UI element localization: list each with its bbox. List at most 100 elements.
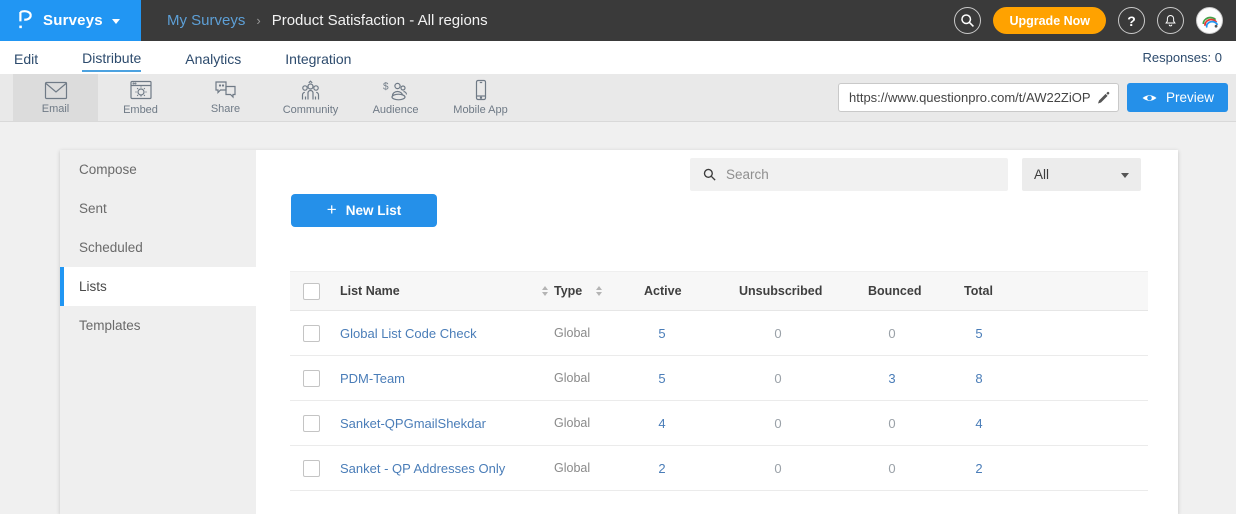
chevron-down-icon: [1121, 173, 1129, 178]
cell-total: 2: [964, 461, 1148, 476]
survey-title: Product Satisfaction - All regions: [272, 12, 488, 29]
lists-main-area: All + New List List Name: [256, 150, 1178, 514]
sidebar-item-lists[interactable]: Lists: [60, 267, 256, 306]
row-checkbox[interactable]: [303, 460, 320, 477]
cell-active: 5: [644, 371, 739, 386]
cell-list-name: Sanket - QP Addresses Only: [340, 461, 554, 476]
bounced-count: 0: [868, 326, 916, 341]
email-icon: [43, 80, 69, 101]
account-avatar[interactable]: [1196, 7, 1223, 34]
new-list-button[interactable]: + New List: [291, 194, 437, 227]
upgrade-now-button[interactable]: Upgrade Now: [993, 7, 1106, 34]
cell-bounced: 0: [868, 461, 964, 476]
column-header-total: Total: [964, 284, 1148, 298]
list-name-link[interactable]: Global List Code Check: [340, 326, 477, 341]
tab-distribute[interactable]: Distribute: [82, 44, 141, 72]
email-lists-panel: Compose Sent Scheduled Lists Templates A…: [60, 150, 1178, 514]
total-count[interactable]: 8: [964, 371, 994, 386]
list-name-link[interactable]: PDM-Team: [340, 371, 405, 386]
responses-count[interactable]: Responses: 0: [1143, 50, 1223, 65]
column-header-unsubscribed: Unsubscribed: [739, 284, 868, 298]
table-row: Global List Code CheckGlobal5005: [290, 311, 1148, 356]
cell-checkbox: [290, 460, 340, 477]
row-checkbox[interactable]: [303, 415, 320, 432]
row-checkbox[interactable]: [303, 370, 320, 387]
toolbar-item-mobile-app[interactable]: Mobile App: [438, 74, 523, 121]
total-count[interactable]: 4: [964, 416, 994, 431]
toolbar-right: Preview: [838, 74, 1236, 121]
plus-icon: +: [327, 200, 337, 220]
list-type: Global: [554, 461, 644, 475]
active-count[interactable]: 4: [644, 416, 680, 431]
chevron-down-icon: [112, 19, 120, 24]
list-filter-dropdown[interactable]: All: [1022, 158, 1141, 191]
product-switcher[interactable]: Surveys: [0, 0, 141, 41]
breadcrumb: My Surveys › Product Satisfaction - All …: [167, 12, 488, 29]
bounced-count: 0: [868, 416, 916, 431]
sort-icon[interactable]: [596, 286, 602, 296]
unsubscribed-count: 0: [739, 371, 817, 386]
toolbar-item-share[interactable]: Share: [183, 74, 268, 121]
questionpro-logo-icon: [17, 9, 34, 32]
email-sidebar: Compose Sent Scheduled Lists Templates: [60, 150, 256, 514]
list-name-link[interactable]: Sanket - QP Addresses Only: [340, 461, 505, 476]
sidebar-item-templates[interactable]: Templates: [60, 306, 256, 345]
cell-total: 5: [964, 326, 1148, 341]
list-controls: All: [690, 158, 1141, 191]
tab-analytics[interactable]: Analytics: [185, 45, 241, 71]
sidebar-item-sent[interactable]: Sent: [60, 189, 256, 228]
unsubscribed-count: 0: [739, 326, 817, 341]
select-all-checkbox[interactable]: [303, 283, 320, 300]
active-count[interactable]: 2: [644, 461, 680, 476]
page-background: Compose Sent Scheduled Lists Templates A…: [0, 122, 1236, 514]
embed-icon: [129, 80, 153, 102]
breadcrumb-separator: ›: [256, 13, 260, 28]
cell-bounced: 0: [868, 416, 964, 431]
cell-list-name: Global List Code Check: [340, 326, 554, 341]
list-table-rows: Global List Code CheckGlobal5005PDM-Team…: [290, 311, 1148, 491]
cell-total: 4: [964, 416, 1148, 431]
list-search-input[interactable]: [726, 167, 1008, 182]
cell-list-name: Sanket-QPGmailShekdar: [340, 416, 554, 431]
bounced-count[interactable]: 3: [868, 371, 916, 386]
column-header-bounced: Bounced: [868, 284, 964, 298]
cell-checkbox: [290, 415, 340, 432]
total-count[interactable]: 5: [964, 326, 994, 341]
eye-icon: [1141, 92, 1158, 104]
list-search-box: [690, 158, 1008, 191]
bell-icon: [1163, 13, 1178, 28]
cell-bounced: 3: [868, 371, 964, 386]
toolbar-item-embed[interactable]: Embed: [98, 74, 183, 121]
edit-url-pencil-icon[interactable]: [1096, 91, 1110, 105]
top-bar: Surveys My Surveys › Product Satisfactio…: [0, 0, 1236, 41]
cell-unsubscribed: 0: [739, 326, 868, 341]
total-count[interactable]: 2: [964, 461, 994, 476]
list-type: Global: [554, 371, 644, 385]
survey-url-input[interactable]: [839, 90, 1096, 105]
toolbar-item-email[interactable]: Email: [13, 74, 98, 121]
topbar-actions: Upgrade Now ?: [954, 7, 1236, 34]
active-count[interactable]: 5: [644, 371, 680, 386]
tab-integration[interactable]: Integration: [285, 45, 351, 71]
list-name-link[interactable]: Sanket-QPGmailShekdar: [340, 416, 486, 431]
audience-icon: $: [382, 80, 409, 102]
survey-url-box: [838, 83, 1119, 112]
email-lists-table: List Name Type Active Unsubscribed Bounc…: [290, 271, 1148, 491]
help-button[interactable]: ?: [1118, 7, 1145, 34]
cell-unsubscribed: 0: [739, 371, 868, 386]
notifications-button[interactable]: [1157, 7, 1184, 34]
row-checkbox[interactable]: [303, 325, 320, 342]
active-count[interactable]: 5: [644, 326, 680, 341]
toolbar-item-community[interactable]: Community: [268, 74, 353, 121]
tab-edit[interactable]: Edit: [14, 45, 38, 71]
list-type: Global: [554, 416, 644, 430]
sidebar-item-scheduled[interactable]: Scheduled: [60, 228, 256, 267]
sidebar-item-compose[interactable]: Compose: [60, 150, 256, 189]
sort-icon[interactable]: [542, 286, 548, 296]
unsubscribed-count: 0: [739, 416, 817, 431]
breadcrumb-my-surveys[interactable]: My Surveys: [167, 12, 245, 29]
preview-button[interactable]: Preview: [1127, 83, 1228, 112]
toolbar-item-audience[interactable]: $ Audience: [353, 74, 438, 121]
cell-checkbox: [290, 325, 340, 342]
search-button[interactable]: [954, 7, 981, 34]
